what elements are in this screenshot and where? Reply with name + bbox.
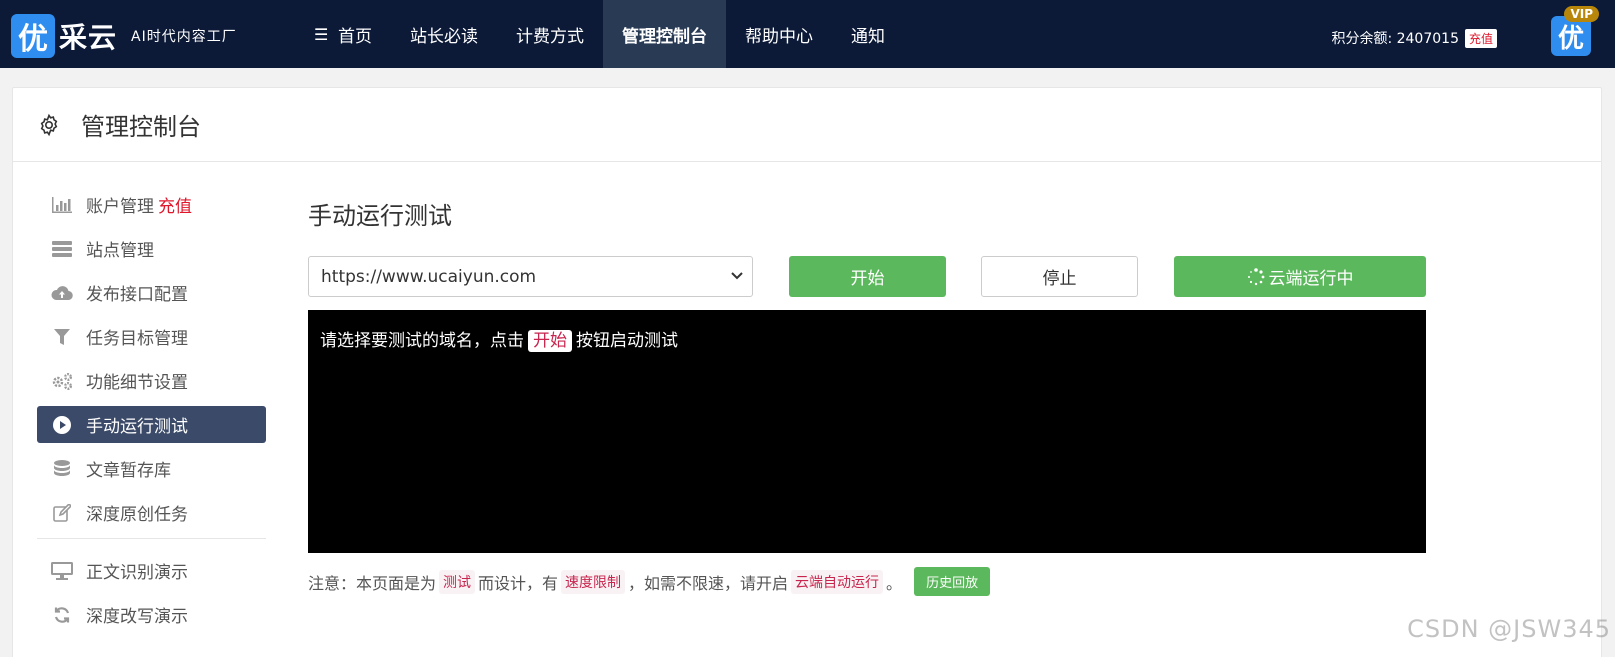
sidebar-item-deep-original[interactable]: 深度原创任务 bbox=[37, 494, 266, 531]
cloud-running-button[interactable]: 云端运行中 bbox=[1174, 256, 1426, 297]
top-navbar: 优 采云 AI时代内容工厂 ☰ 首页 站长必读 计费方式 管理控制台 帮助中心 … bbox=[0, 0, 1615, 68]
nav-item-help[interactable]: 帮助中心 bbox=[726, 0, 832, 68]
sidebar-item-label: 任务目标管理 bbox=[86, 329, 188, 349]
sidebar-item-manual-test[interactable]: 手动运行测试 bbox=[37, 406, 266, 443]
gear-icon bbox=[40, 113, 58, 136]
menu-list-icon: ☰ bbox=[314, 24, 329, 44]
start-button[interactable]: 开始 bbox=[789, 256, 946, 297]
sidebar-item-label: 文章暂存库 bbox=[86, 461, 171, 481]
sidebar-item-label: 深度改写演示 bbox=[86, 607, 188, 627]
refresh-icon bbox=[51, 604, 73, 626]
sidebar-item-account[interactable]: 账户管理 充值 bbox=[37, 186, 266, 223]
note-code-speed-limit: 速度限制 bbox=[561, 569, 626, 594]
sidebar-item-label: 功能细节设置 bbox=[86, 373, 188, 393]
section-title: 手动运行测试 bbox=[308, 202, 452, 230]
console-start-highlight: 开始 bbox=[528, 330, 572, 352]
avatar[interactable]: 优 bbox=[1551, 16, 1591, 56]
recharge-button[interactable]: 充值 bbox=[1464, 28, 1497, 48]
nav-item-notice[interactable]: 通知 bbox=[832, 0, 904, 68]
nav-item-pricing[interactable]: 计费方式 bbox=[497, 0, 603, 68]
note-text: 而设计，有 bbox=[478, 573, 559, 593]
stop-button[interactable]: 停止 bbox=[981, 256, 1138, 297]
sidebar-item-label: 手动运行测试 bbox=[86, 417, 188, 437]
nav-item-label: 管理控制台 bbox=[622, 26, 707, 47]
test-console: 请选择要测试的域名，点击 开始 按钮启动测试 bbox=[308, 310, 1426, 553]
edit-icon bbox=[51, 502, 73, 524]
watermark: CSDN @JSW345 bbox=[1407, 615, 1611, 643]
sidebar-item-label: 深度原创任务 bbox=[86, 505, 188, 525]
note-text: 注意：本页面是为 bbox=[308, 573, 437, 593]
sidebar: 账户管理 充值 站点管理 发布接口配置 任务目标管理 功能细节设置 手动运行测试… bbox=[37, 186, 266, 640]
nav-item-label: 帮助中心 bbox=[745, 26, 813, 47]
history-replay-button[interactable]: 历史回放 bbox=[914, 567, 991, 596]
sidebar-item-label: 正文识别演示 bbox=[86, 563, 188, 583]
domain-select[interactable]: https://www.ucaiyun.com bbox=[308, 256, 753, 297]
bar-chart-icon bbox=[51, 194, 73, 216]
cloud-upload-icon bbox=[51, 282, 73, 304]
logo-slogan: AI时代内容工厂 bbox=[131, 29, 237, 45]
logo-icon: 优 bbox=[11, 14, 55, 58]
note-text: ，如需不限速，请开启 bbox=[628, 573, 789, 593]
gears-icon bbox=[51, 370, 73, 392]
sidebar-item-publish-config[interactable]: 发布接口配置 bbox=[37, 274, 266, 311]
sidebar-item-article-store[interactable]: 文章暂存库 bbox=[37, 450, 266, 487]
cloud-running-label: 云端运行中 bbox=[1268, 269, 1354, 289]
vip-badge: VIP bbox=[1564, 6, 1599, 22]
sidebar-item-text-recognition-demo[interactable]: 正文识别演示 bbox=[37, 552, 266, 589]
nav-item-home[interactable]: ☰ 首页 bbox=[295, 0, 391, 68]
chevron-down-icon bbox=[731, 272, 743, 280]
console-panel: 管理控制台 账户管理 充值 站点管理 发布接口配置 任务目标管理 功能细节设置 … bbox=[12, 87, 1602, 657]
play-circle-icon bbox=[51, 414, 73, 436]
database-icon bbox=[51, 458, 73, 480]
balance-text: 积分余额: 2407015 bbox=[1331, 31, 1459, 47]
page-title: 管理控制台 bbox=[81, 113, 201, 141]
sidebar-item-feature-settings[interactable]: 功能细节设置 bbox=[37, 362, 266, 399]
logo-text: 采云 bbox=[59, 21, 118, 54]
note-code-test: 测试 bbox=[439, 569, 476, 594]
sidebar-item-label: 发布接口配置 bbox=[86, 285, 188, 305]
sidebar-item-label: 站点管理 bbox=[86, 241, 154, 261]
note-text: 。 bbox=[886, 573, 903, 593]
nav-item-must-read[interactable]: 站长必读 bbox=[391, 0, 497, 68]
note-code-cloud-auto: 云端自动运行 bbox=[791, 569, 884, 594]
sidebar-divider bbox=[37, 538, 266, 539]
logo[interactable]: 优 采云 AI时代内容工厂 bbox=[11, 14, 237, 58]
filter-icon bbox=[51, 326, 73, 348]
notice-line: 注意：本页面是为 测试 而设计，有 速度限制 ，如需不限速，请开启 云端自动运行… bbox=[308, 567, 991, 596]
sidebar-recharge-link[interactable]: 充值 bbox=[158, 192, 192, 217]
spinner-icon bbox=[1247, 267, 1264, 285]
sidebar-item-rewrite-demo[interactable]: 深度改写演示 bbox=[37, 596, 266, 633]
panel-header: 管理控制台 bbox=[13, 88, 1601, 162]
balance-display: 积分余额: 2407015 充值 bbox=[1331, 28, 1497, 48]
nav-item-label: 通知 bbox=[851, 26, 885, 47]
console-text-before: 请选择要测试的域名，点击 bbox=[320, 331, 524, 351]
nav-item-label: 站长必读 bbox=[410, 26, 478, 47]
domain-select-value: https://www.ucaiyun.com bbox=[321, 266, 537, 287]
server-icon bbox=[51, 238, 73, 260]
sidebar-item-label: 账户管理 bbox=[86, 197, 154, 217]
nav-item-console[interactable]: 管理控制台 bbox=[603, 0, 726, 68]
sidebar-item-task-targets[interactable]: 任务目标管理 bbox=[37, 318, 266, 355]
nav-item-label: 首页 bbox=[338, 26, 372, 47]
main-nav: ☰ 首页 站长必读 计费方式 管理控制台 帮助中心 通知 bbox=[295, 0, 904, 68]
monitor-icon bbox=[51, 560, 73, 582]
console-text-after: 按钮启动测试 bbox=[576, 331, 678, 351]
sidebar-item-sites[interactable]: 站点管理 bbox=[37, 230, 266, 267]
nav-item-label: 计费方式 bbox=[516, 26, 584, 47]
